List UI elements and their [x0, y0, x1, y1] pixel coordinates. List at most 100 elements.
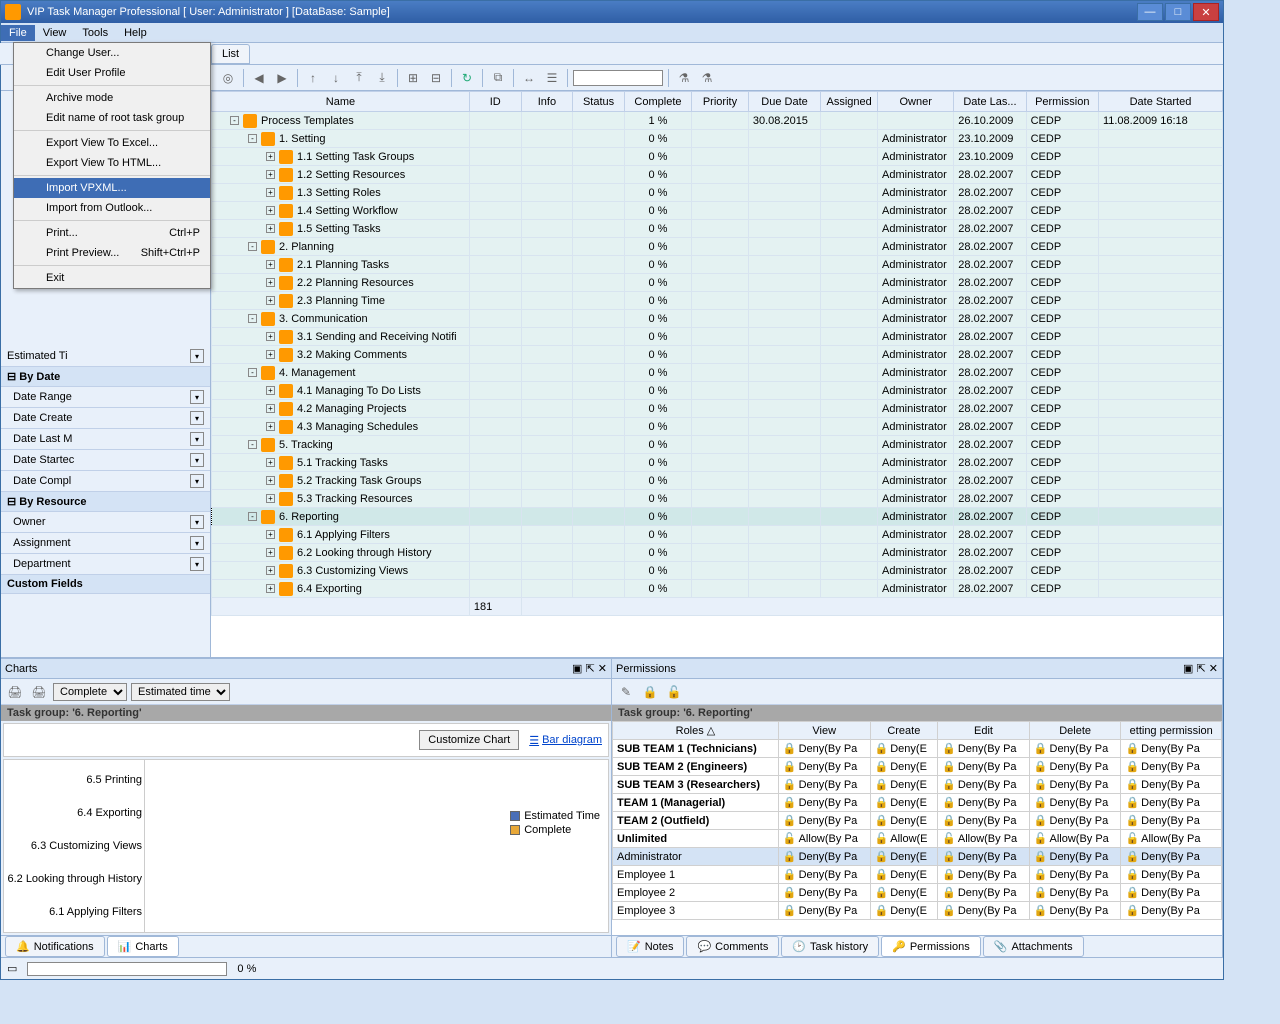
- filter-item[interactable]: Department▾: [1, 554, 210, 575]
- task-row[interactable]: +1.3 Setting Roles0 %Administrator28.02.…: [212, 184, 1223, 202]
- expander-icon[interactable]: -: [248, 440, 257, 449]
- filter-clear-icon[interactable]: ⚗: [697, 68, 717, 88]
- copy-icon[interactable]: ⧉: [488, 68, 508, 88]
- perm-column-header[interactable]: Edit: [938, 722, 1030, 740]
- expander-icon[interactable]: +: [266, 224, 275, 233]
- chart-field-1[interactable]: Complete: [53, 683, 127, 701]
- expander-icon[interactable]: +: [266, 206, 275, 215]
- expander-icon[interactable]: -: [248, 134, 257, 143]
- filter-item[interactable]: Date Range▾: [1, 387, 210, 408]
- task-row[interactable]: +1.5 Setting Tasks0 %Administrator28.02.…: [212, 220, 1223, 238]
- filter-item[interactable]: Date Create▾: [1, 408, 210, 429]
- down-arrow-icon[interactable]: ↓: [326, 68, 346, 88]
- filter-item[interactable]: Assignment▾: [1, 533, 210, 554]
- menu-item-change-user-[interactable]: Change User...: [14, 43, 210, 63]
- perm-column-header[interactable]: Create: [870, 722, 938, 740]
- expander-icon[interactable]: +: [266, 548, 275, 557]
- task-row[interactable]: +5.1 Tracking Tasks0 %Administrator28.02…: [212, 454, 1223, 472]
- menu-item-print-preview-[interactable]: Print Preview...Shift+Ctrl+P: [14, 243, 210, 263]
- menu-tools[interactable]: Tools: [74, 25, 116, 41]
- expander-icon[interactable]: +: [266, 188, 275, 197]
- tab-notifications[interactable]: 🔔Notifications: [5, 936, 105, 957]
- task-row[interactable]: +3.1 Sending and Receiving Notifi0 %Admi…: [212, 328, 1223, 346]
- task-row[interactable]: +3.2 Making Comments0 %Administrator28.0…: [212, 346, 1223, 364]
- menu-view[interactable]: View: [35, 25, 75, 41]
- perm-edit-icon[interactable]: ✎: [616, 682, 636, 702]
- column-header[interactable]: Due Date: [748, 92, 820, 112]
- filter-item[interactable]: Owner▾: [1, 512, 210, 533]
- menu-item-archive-mode[interactable]: Archive mode: [14, 88, 210, 108]
- filter-dd-icon[interactable]: ▾: [190, 349, 204, 363]
- menu-file[interactable]: File: [1, 25, 35, 41]
- chart-field-2[interactable]: Estimated time: [131, 683, 230, 701]
- expander-icon[interactable]: +: [266, 458, 275, 467]
- forward-icon[interactable]: ▶: [272, 68, 292, 88]
- filter-item[interactable]: Date Compl▾: [1, 471, 210, 492]
- task-row[interactable]: +2.3 Planning Time0 %Administrator28.02.…: [212, 292, 1223, 310]
- perm-row[interactable]: Administrator🔒Deny(By Pa🔒Deny(E🔒Deny(By …: [613, 848, 1222, 866]
- column-header[interactable]: Priority: [692, 92, 749, 112]
- tab-charts[interactable]: 📊Charts: [107, 936, 179, 957]
- task-row[interactable]: +6.2 Looking through History0 %Administr…: [212, 544, 1223, 562]
- filter-item-estimated[interactable]: Estimated Ti▾: [1, 346, 210, 367]
- task-row[interactable]: -3. Communication0 %Administrator28.02.2…: [212, 310, 1223, 328]
- maximize-button[interactable]: □: [1165, 3, 1191, 21]
- task-row[interactable]: -1. Setting0 %Administrator23.10.2009CED…: [212, 130, 1223, 148]
- task-row[interactable]: +6.3 Customizing Views0 %Administrator28…: [212, 562, 1223, 580]
- task-row[interactable]: +2.1 Planning Tasks0 %Administrator28.02…: [212, 256, 1223, 274]
- globe-icon[interactable]: ◎: [218, 68, 238, 88]
- column-header[interactable]: Complete: [624, 92, 691, 112]
- perm-column-header[interactable]: etting permission: [1121, 722, 1222, 740]
- filter-item[interactable]: Date Last M▾: [1, 429, 210, 450]
- tab-comments[interactable]: 💬Comments: [686, 936, 779, 957]
- menu-item-exit[interactable]: Exit: [14, 268, 210, 288]
- tab-permissions[interactable]: 🔑Permissions: [881, 936, 981, 957]
- task-row[interactable]: +1.1 Setting Task Groups0 %Administrator…: [212, 148, 1223, 166]
- task-row[interactable]: +5.2 Tracking Task Groups0 %Administrato…: [212, 472, 1223, 490]
- expander-icon[interactable]: +: [266, 494, 275, 503]
- expander-icon[interactable]: +: [266, 278, 275, 287]
- perm-row[interactable]: SUB TEAM 3 (Researchers)🔒Deny(By Pa🔒Deny…: [613, 776, 1222, 794]
- task-row[interactable]: +1.2 Setting Resources0 %Administrator28…: [212, 166, 1223, 184]
- tab-task-history[interactable]: 🕑Task history: [781, 936, 879, 957]
- expander-icon[interactable]: +: [266, 152, 275, 161]
- print-icon[interactable]: 🖨: [5, 682, 25, 702]
- expander-icon[interactable]: +: [266, 476, 275, 485]
- column-header[interactable]: Date Las...: [954, 92, 1026, 112]
- up-arrow-icon[interactable]: ↑: [303, 68, 323, 88]
- menu-item-import-from-outlook-[interactable]: Import from Outlook...: [14, 198, 210, 218]
- menu-item-edit-user-profile[interactable]: Edit User Profile: [14, 63, 210, 83]
- task-row[interactable]: -6. Reporting0 %Administrator28.02.2007C…: [212, 508, 1223, 526]
- menu-item-export-view-to-excel-[interactable]: Export View To Excel...: [14, 133, 210, 153]
- perm-column-header[interactable]: View: [778, 722, 870, 740]
- task-row[interactable]: +4.3 Managing Schedules0 %Administrator2…: [212, 418, 1223, 436]
- task-row[interactable]: +5.3 Tracking Resources0 %Administrator2…: [212, 490, 1223, 508]
- customize-chart-button[interactable]: Customize Chart: [419, 730, 519, 750]
- permissions-grid[interactable]: Roles △ViewCreateEditDeleteetting permis…: [612, 721, 1222, 935]
- perm-row[interactable]: TEAM 2 (Outfield)🔒Deny(By Pa🔒Deny(E🔒Deny…: [613, 812, 1222, 830]
- expander-icon[interactable]: +: [266, 386, 275, 395]
- perm-row[interactable]: SUB TEAM 1 (Technicians)🔒Deny(By Pa🔒Deny…: [613, 740, 1222, 758]
- column-header[interactable]: Permission: [1026, 92, 1098, 112]
- refresh-icon[interactable]: ↻: [457, 68, 477, 88]
- column-header[interactable]: Assigned: [821, 92, 878, 112]
- filter-item[interactable]: Date Startec▾: [1, 450, 210, 471]
- expander-icon[interactable]: -: [248, 512, 257, 521]
- task-row[interactable]: +4.2 Managing Projects0 %Administrator28…: [212, 400, 1223, 418]
- expander-icon[interactable]: +: [266, 566, 275, 575]
- minimize-button[interactable]: —: [1137, 3, 1163, 21]
- search-input[interactable]: [573, 70, 663, 86]
- expander-icon[interactable]: +: [266, 422, 275, 431]
- column-header[interactable]: Info: [521, 92, 573, 112]
- column-header[interactable]: Status: [573, 92, 625, 112]
- perm-row[interactable]: SUB TEAM 2 (Engineers)🔒Deny(By Pa🔒Deny(E…: [613, 758, 1222, 776]
- column-header[interactable]: Name: [212, 92, 470, 112]
- expander-icon[interactable]: +: [266, 404, 275, 413]
- back-icon[interactable]: ◀: [249, 68, 269, 88]
- tab-notes[interactable]: 📝Notes: [616, 936, 684, 957]
- expander-icon[interactable]: -: [248, 242, 257, 251]
- perm-column-header[interactable]: Delete: [1029, 722, 1121, 740]
- perm-unlock-icon[interactable]: 🔓: [664, 682, 684, 702]
- perm-lock-icon[interactable]: 🔒: [640, 682, 660, 702]
- task-row[interactable]: +6.4 Exporting0 %Administrator28.02.2007…: [212, 580, 1223, 598]
